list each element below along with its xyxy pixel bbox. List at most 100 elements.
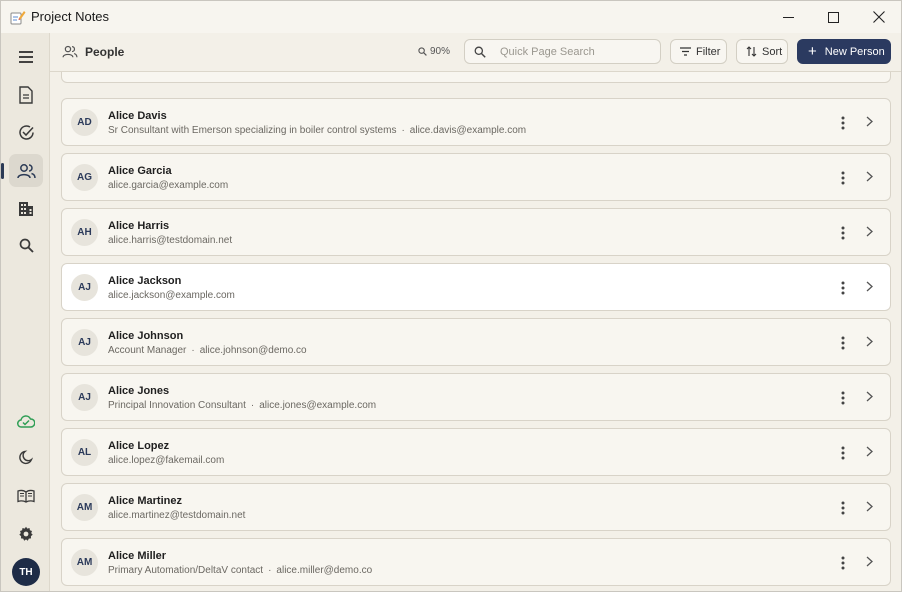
theme-toggle[interactable] (9, 441, 43, 474)
menu-button[interactable] (9, 40, 43, 73)
sync-status-button[interactable] (9, 404, 43, 437)
person-row[interactable]: AD Alice Davis Sr Consultant with Emerso… (61, 98, 891, 146)
person-name: Alice Garcia (108, 165, 172, 177)
maximize-button[interactable] (810, 1, 856, 33)
more-options-button[interactable] (837, 115, 849, 131)
people-icon (62, 45, 78, 58)
nav-pages[interactable] (9, 78, 43, 111)
chevron-right-icon[interactable] (866, 391, 873, 402)
person-avatar: AH (71, 219, 98, 246)
more-vertical-icon (841, 226, 845, 240)
more-options-button[interactable] (837, 500, 849, 516)
separator-dot: · (191, 345, 195, 356)
nav-tasks[interactable] (9, 116, 43, 149)
more-options-button[interactable] (837, 445, 849, 461)
person-name: Alice Jackson (108, 275, 182, 287)
person-email: alice.miller@demo.co (276, 565, 373, 576)
nav-search[interactable] (9, 229, 43, 262)
more-options-button[interactable] (837, 335, 849, 351)
person-row[interactable]: AG Alice Garcia alice.garcia@example.com (61, 153, 891, 201)
filter-label: Filter (696, 45, 721, 58)
window-title: Project Notes (31, 9, 110, 24)
person-avatar: AJ (71, 329, 98, 356)
person-row[interactable]: AJ Alice Johnson Account Manager · alice.j… (61, 318, 891, 366)
more-vertical-icon (841, 391, 845, 405)
person-name: Alice Martinez (108, 495, 182, 507)
person-role: Principal Innovation Consultant (108, 400, 246, 411)
menu-icon (19, 50, 33, 63)
gear-icon (19, 526, 33, 541)
chevron-right-icon[interactable] (866, 226, 873, 237)
person-role: Primary Automation/DeltaV contact (108, 565, 264, 576)
check-circle-icon (18, 125, 34, 140)
person-row[interactable]: AJ Alice Jackson alice.jackson@example.c… (61, 263, 891, 311)
minimize-button[interactable] (765, 1, 811, 33)
user-avatar[interactable]: TH (12, 558, 40, 586)
search-icon (19, 238, 34, 253)
docs-button[interactable] (9, 479, 43, 512)
app-logo-icon (10, 11, 26, 25)
zoom-level: 90% (430, 46, 451, 57)
close-button[interactable] (856, 1, 902, 33)
chevron-right-icon[interactable] (866, 171, 873, 182)
document-icon (19, 85, 33, 104)
nav-rail: TH (1, 33, 50, 591)
list-item-partial[interactable] (61, 72, 891, 83)
person-row[interactable]: AJ Alice Jones Principal Innovation Cons… (61, 373, 891, 421)
person-email: alice.davis@example.com (409, 125, 527, 136)
maximize-icon (827, 11, 839, 23)
person-name: Alice Davis (108, 110, 167, 122)
person-row[interactable]: AM Alice Miller Primary Automation/Delta… (61, 538, 891, 586)
person-details: alice.lopez@fakemail.com (108, 455, 224, 466)
more-options-button[interactable] (837, 170, 849, 186)
search-icon (474, 46, 486, 58)
zoom-indicator[interactable]: 90% (418, 46, 450, 57)
person-name: Alice Miller (108, 550, 167, 562)
more-options-button[interactable] (837, 225, 849, 241)
person-email: alice.harris@testdomain.net (108, 235, 233, 246)
new-person-button[interactable]: + New Person (797, 39, 891, 64)
chevron-right-icon[interactable] (866, 501, 873, 512)
people-list: AD Alice Davis Sr Consultant with Emerso… (50, 72, 901, 591)
settings-button[interactable] (9, 517, 43, 550)
more-vertical-icon (841, 556, 845, 570)
person-name: Alice Jones (108, 385, 170, 397)
person-details: alice.jackson@example.com (108, 290, 235, 301)
more-options-button[interactable] (837, 555, 849, 571)
chevron-right-icon[interactable] (866, 281, 873, 292)
person-name: Alice Johnson (108, 330, 184, 342)
more-options-button[interactable] (837, 390, 849, 406)
person-details: Sr Consultant with Emerson specializing … (108, 125, 526, 136)
search-input[interactable] (500, 43, 650, 61)
nav-companies[interactable] (9, 192, 43, 225)
nav-people[interactable] (1, 154, 43, 187)
chevron-right-icon[interactable] (866, 116, 873, 127)
plus-icon: + (808, 43, 817, 60)
moon-icon (18, 450, 33, 465)
person-row[interactable]: AH Alice Harris alice.harris@testdomain.… (61, 208, 891, 256)
quick-search[interactable] (464, 39, 661, 64)
book-icon (17, 489, 35, 503)
sort-button[interactable]: Sort (736, 39, 788, 64)
person-avatar: AM (71, 549, 98, 576)
new-person-label: New Person (824, 45, 885, 58)
zoom-icon (418, 47, 427, 56)
filter-button[interactable]: Filter (670, 39, 727, 64)
person-avatar: AD (71, 109, 98, 136)
page-header: People 90% Filter (50, 33, 901, 72)
chevron-right-icon[interactable] (866, 336, 873, 347)
chevron-right-icon[interactable] (866, 556, 873, 567)
more-options-button[interactable] (837, 280, 849, 296)
more-vertical-icon (841, 171, 845, 185)
person-email: alice.jones@example.com (259, 400, 377, 411)
person-avatar: AL (71, 439, 98, 466)
person-row[interactable]: AM Alice Martinez alice.martinez@testdom… (61, 483, 891, 531)
chevron-right-icon[interactable] (866, 446, 873, 457)
more-vertical-icon (841, 281, 845, 295)
title-bar: Project Notes (1, 1, 901, 33)
sort-label: Sort (762, 45, 783, 58)
person-details: Primary Automation/DeltaV contact · alice.… (108, 565, 372, 576)
more-vertical-icon (841, 116, 845, 130)
person-row[interactable]: AL Alice Lopez alice.lopez@fakemail.com (61, 428, 891, 476)
person-name: Alice Harris (108, 220, 170, 232)
